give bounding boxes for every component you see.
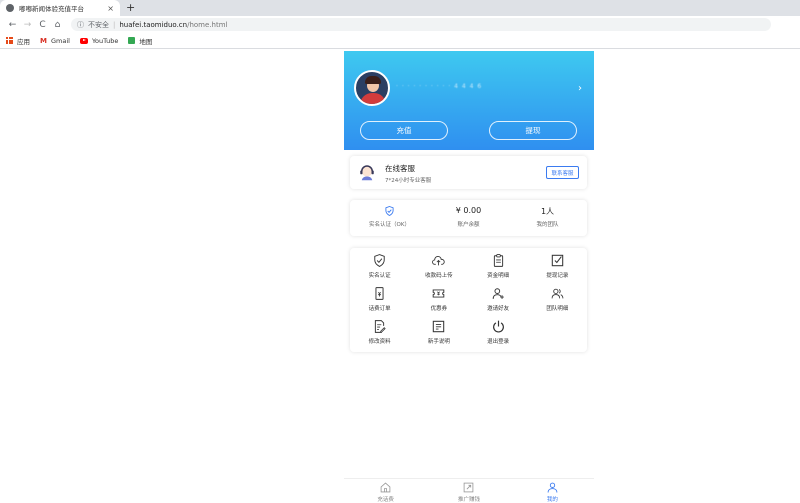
menu-label: 提现记录: [546, 273, 569, 279]
url-path: /home.html: [187, 20, 228, 29]
menu-label: 团队明细: [546, 306, 569, 312]
menu-label: 实名认证: [368, 273, 391, 279]
globe-icon: [6, 4, 14, 12]
bookmark-label: 地图: [139, 37, 153, 46]
reload-icon[interactable]: C: [35, 20, 50, 30]
menu-label: 优惠券: [430, 306, 448, 312]
menu-item-invite-friends[interactable]: 邀请好友: [469, 287, 528, 313]
username: · · · · · · · · · · 4 4 4 6: [396, 83, 483, 90]
avatar[interactable]: [354, 70, 390, 106]
menu-item-coupons[interactable]: 优惠券: [409, 287, 468, 313]
bookmark-label: 应用: [17, 37, 30, 46]
stat-verification[interactable]: 实名认证（OK）: [350, 200, 429, 236]
bookmark-gmail[interactable]: M Gmail: [40, 37, 70, 45]
add-user-icon: [492, 288, 504, 299]
menu-item-beginner-guide[interactable]: 新手说明: [409, 320, 468, 346]
tab-recharge[interactable]: 充话费: [344, 479, 427, 503]
edit-doc-icon: [375, 320, 386, 333]
bookmark-label: Gmail: [50, 36, 70, 45]
menu-item-logout[interactable]: 退出登录: [469, 320, 528, 346]
profile-header: · · · · · · · · · · 4 4 4 6 › 充值 提现: [344, 51, 594, 150]
youtube-icon: [79, 37, 88, 44]
gmail-icon: M: [40, 36, 47, 45]
menu-item-withdraw-records[interactable]: 提现记录: [528, 254, 587, 280]
forward-icon[interactable]: →: [20, 20, 35, 30]
bookmarks-bar: 应用 M Gmail YouTube 地图: [0, 33, 800, 49]
guide-icon: [433, 320, 445, 333]
maps-icon: [128, 37, 136, 44]
tab-title: 嘟嘟新闻体验充值平台: [19, 5, 84, 13]
bookmark-maps[interactable]: 地图: [128, 36, 152, 46]
stats-card: 实名认证（OK） ¥ 0.00 账户余额 1人 我的团队: [350, 200, 587, 236]
shield-check-icon: [374, 254, 385, 267]
menu-label: 话费订单: [368, 306, 391, 312]
function-menu-card: 实名认证 收款码上传 资金明细 提现记录 话费订单 优惠券 邀请好友 团队明细 …: [350, 248, 587, 352]
coupon-icon: [433, 289, 445, 298]
tab-mine[interactable]: 我的: [511, 479, 594, 503]
tab-promote[interactable]: 推广赚钱: [427, 479, 510, 503]
menu-item-fund-details[interactable]: 资金明细: [469, 254, 528, 280]
power-icon: [492, 320, 504, 333]
recharge-button[interactable]: 充值: [360, 121, 448, 140]
service-title: 在线客服: [385, 164, 415, 173]
address-toolbar: ← → C ⌂ ⓘ 不安全 | huafei.taomiduo.cn/home.…: [0, 16, 800, 33]
menu-label: 收款码上传: [425, 273, 453, 279]
security-label: 不安全: [88, 20, 109, 29]
balance-value: ¥ 0.00: [455, 206, 482, 215]
bottom-tab-bar: 充话费 推广赚钱 我的: [344, 478, 594, 503]
new-tab-button[interactable]: +: [126, 1, 135, 14]
mobile-app: · · · · · · · · · · 4 4 4 6 › 充值 提现 在线客服…: [344, 51, 594, 503]
stat-balance[interactable]: ¥ 0.00 账户余额: [429, 200, 508, 236]
browser-tab[interactable]: 嘟嘟新闻体验充值平台 ×: [0, 0, 120, 16]
bookmark-label: YouTube: [91, 36, 119, 45]
url-host: huafei.taomiduo.cn: [119, 20, 188, 29]
service-subtitle: 7*24小时专业客服: [385, 178, 432, 184]
home-icon: [380, 482, 391, 493]
menu-item-verification[interactable]: 实名认证: [350, 254, 409, 280]
url-bar[interactable]: ⓘ 不安全 | huafei.taomiduo.cn/home.html: [71, 18, 771, 31]
menu-item-team-details[interactable]: 团队明细: [528, 287, 587, 313]
stat-label: 账户余额: [457, 222, 480, 228]
share-icon: [464, 482, 474, 493]
menu-label: 退出登录: [487, 339, 510, 345]
info-icon[interactable]: ⓘ: [77, 20, 84, 30]
url-separator: |: [113, 20, 116, 29]
team-icon: [551, 288, 564, 299]
user-icon: [547, 482, 558, 493]
stat-label: 我的团队: [536, 222, 559, 228]
bookmark-apps[interactable]: 应用: [6, 36, 30, 46]
menu-label: 新手说明: [427, 339, 450, 345]
bookmark-youtube[interactable]: YouTube: [79, 36, 119, 45]
contact-service-button[interactable]: 联系客服: [546, 166, 579, 179]
checkbox-icon: [551, 254, 564, 267]
menu-label: 资金明细: [487, 273, 510, 279]
apps-icon: [6, 37, 13, 44]
chevron-right-icon[interactable]: ›: [578, 83, 582, 94]
home-nav-icon[interactable]: ⌂: [50, 20, 65, 30]
team-value: 1人: [540, 207, 555, 216]
clipboard-icon: [493, 254, 503, 267]
back-icon[interactable]: ←: [5, 20, 20, 30]
withdraw-button[interactable]: 提现: [489, 121, 577, 140]
menu-item-phone-orders[interactable]: 话费订单: [350, 287, 409, 313]
stat-label: 实名认证（OK）: [369, 222, 410, 228]
cloud-upload-icon: [432, 256, 445, 266]
shield-check-icon: [385, 206, 394, 216]
customer-service-icon: [360, 165, 374, 181]
stat-team[interactable]: 1人 我的团队: [508, 200, 587, 236]
menu-item-upload-qr[interactable]: 收款码上传: [409, 254, 468, 280]
menu-label: 邀请好友: [487, 306, 510, 312]
online-service-card: 在线客服 7*24小时专业客服 联系客服: [350, 156, 587, 189]
browser-tab-strip: 嘟嘟新闻体验充值平台 × +: [0, 0, 800, 16]
phone-order-icon: [375, 287, 384, 300]
menu-label: 修改资料: [368, 339, 391, 345]
close-icon[interactable]: ×: [107, 4, 114, 13]
menu-item-edit-profile[interactable]: 修改资料: [350, 320, 409, 346]
